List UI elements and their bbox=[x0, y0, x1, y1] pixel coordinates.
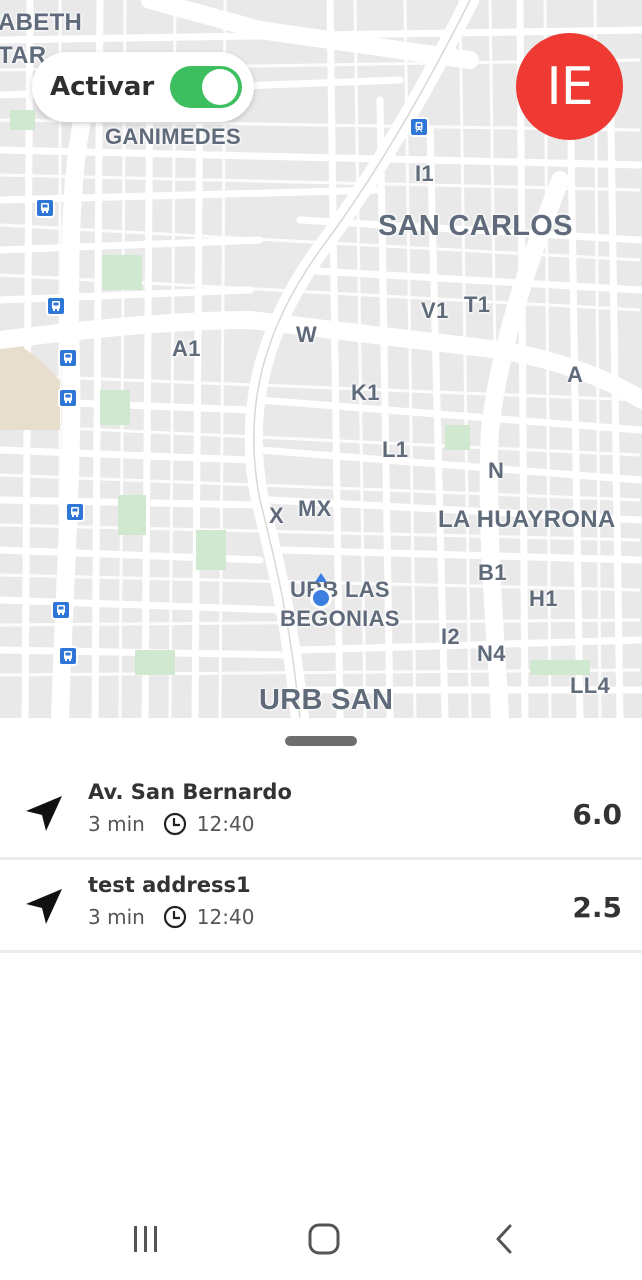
navigation-arrow-icon bbox=[26, 796, 62, 831]
home-icon[interactable] bbox=[307, 1222, 341, 1256]
map-label: K1 bbox=[351, 380, 380, 405]
map-label: A bbox=[567, 362, 584, 387]
activate-label: Activar bbox=[50, 72, 155, 102]
sheet-drag-handle[interactable] bbox=[285, 736, 357, 746]
route-distance: 2.5 bbox=[572, 891, 622, 924]
map-label: ABETH bbox=[0, 9, 83, 36]
map-label: T1 bbox=[464, 292, 491, 317]
bus-stop-icon[interactable] bbox=[35, 198, 55, 218]
map-label: BEGONIAS bbox=[280, 606, 400, 631]
map-label: W bbox=[296, 322, 318, 347]
routes-sheet: Av. San Bernardo 3 min 12:40 6.0 test ad… bbox=[0, 718, 642, 1200]
bus-stop-icon[interactable] bbox=[65, 502, 85, 522]
map-label: A1 bbox=[172, 336, 201, 361]
route-distance: 6.0 bbox=[572, 798, 622, 831]
route-meta: 3 min 12:40 bbox=[88, 905, 254, 929]
bus-stop-icon[interactable] bbox=[58, 646, 78, 666]
activate-switch[interactable] bbox=[170, 66, 243, 108]
bus-stop-icon[interactable] bbox=[58, 348, 78, 368]
route-title: Av. San Bernardo bbox=[88, 780, 292, 804]
train-stop-icon[interactable] bbox=[409, 117, 429, 137]
map-label: V1 bbox=[421, 298, 449, 323]
route-meta: 3 min 12:40 bbox=[88, 812, 254, 836]
route-item[interactable]: Av. San Bernardo 3 min 12:40 6.0 bbox=[0, 768, 642, 860]
user-location-marker bbox=[310, 587, 332, 609]
map-label: L1 bbox=[382, 437, 409, 462]
map-label: I1 bbox=[415, 161, 434, 186]
map-label: B1 bbox=[478, 560, 507, 585]
map-label: URB SAN bbox=[259, 684, 394, 716]
map-label: N4 bbox=[477, 641, 506, 666]
back-icon[interactable] bbox=[490, 1222, 520, 1256]
switch-knob bbox=[202, 69, 239, 105]
map-label: H1 bbox=[529, 586, 558, 611]
bus-stop-icon[interactable] bbox=[51, 600, 71, 620]
route-time: 12:40 bbox=[196, 812, 255, 836]
clock-icon bbox=[163, 905, 186, 929]
heading-indicator bbox=[315, 573, 327, 582]
map-label: X bbox=[269, 503, 284, 528]
map-label: LL4 bbox=[570, 673, 611, 698]
map-label: I2 bbox=[441, 624, 460, 649]
route-duration: 3 min bbox=[88, 812, 145, 836]
system-navigation-bar bbox=[0, 1200, 642, 1280]
route-duration: 3 min bbox=[88, 905, 145, 929]
recent-apps-icon[interactable] bbox=[130, 1222, 162, 1256]
bus-stop-icon[interactable] bbox=[58, 388, 78, 408]
clock-icon bbox=[163, 812, 186, 836]
route-item[interactable]: test address1 3 min 12:40 2.5 bbox=[0, 861, 642, 953]
map-label: SAN CARLOS bbox=[378, 210, 573, 242]
route-title: test address1 bbox=[88, 873, 251, 897]
user-avatar[interactable]: IE bbox=[516, 33, 623, 140]
map-label: LA HUAYRONA bbox=[438, 506, 616, 533]
map-label: MX bbox=[298, 496, 332, 521]
map-label: GANIMEDES bbox=[105, 124, 241, 149]
route-time: 12:40 bbox=[196, 905, 255, 929]
navigation-arrow-icon bbox=[26, 889, 62, 924]
map-label: URB LAS bbox=[290, 577, 390, 602]
map-label: N bbox=[488, 458, 505, 483]
bus-stop-icon[interactable] bbox=[46, 296, 66, 316]
activate-toggle-card: Activar bbox=[32, 52, 254, 122]
